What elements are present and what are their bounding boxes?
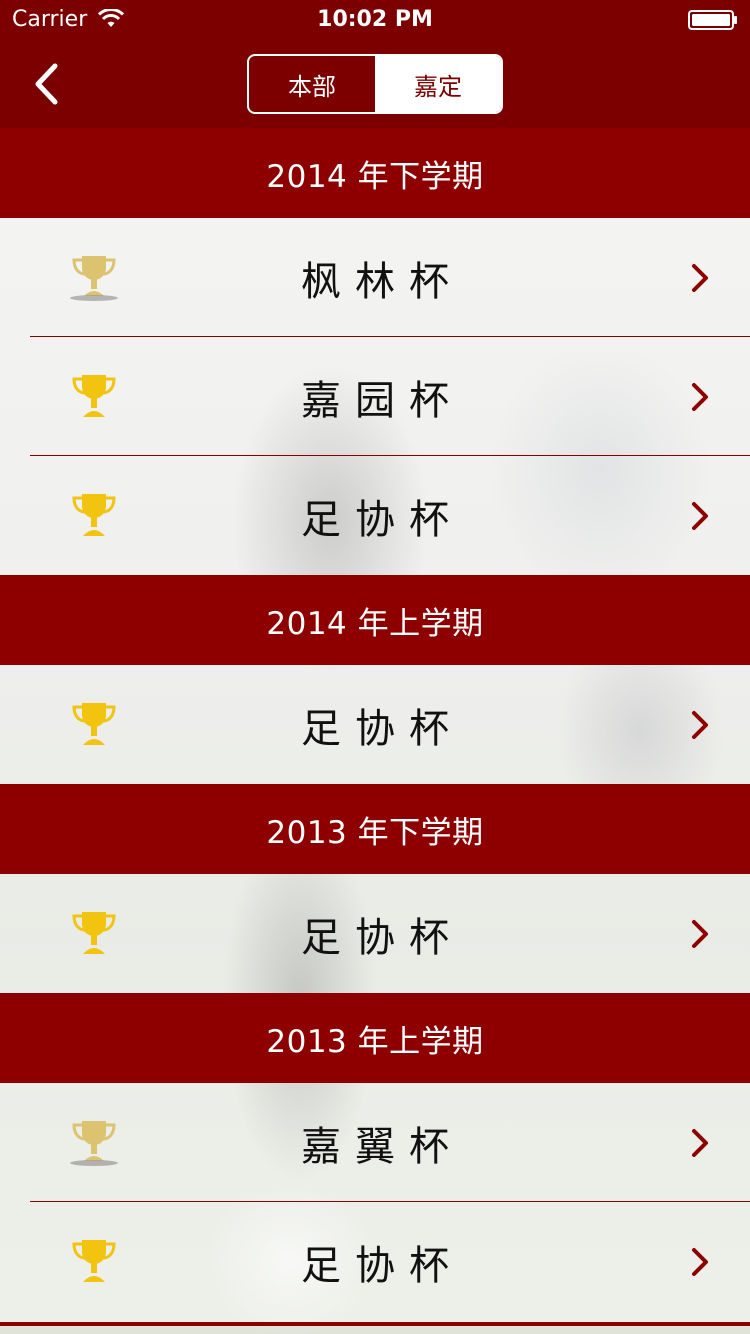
cup-name: 足协杯 (301, 1243, 463, 1289)
list-item[interactable]: 嘉翼杯 (0, 1083, 750, 1202)
segment-jiading[interactable]: 嘉定 (375, 56, 501, 112)
back-button[interactable] (18, 56, 74, 112)
list-item[interactable]: 足协杯 (0, 665, 750, 784)
cup-list: 2014 年下学期 枫林杯 嘉园杯 足协杯 2014 年上学期 足协杯 2013… (0, 128, 750, 1326)
list-item[interactable]: 足协杯 (0, 1202, 750, 1322)
section-header: 2014 年上学期 (0, 575, 750, 665)
chevron-right-icon (692, 711, 708, 739)
cup-name: 足协杯 (301, 914, 463, 961)
chevron-right-icon (692, 264, 708, 292)
chevron-right-icon (692, 502, 708, 530)
list-item[interactable]: 嘉园杯 (0, 337, 750, 456)
chevron-right-icon (692, 1248, 708, 1276)
list-item[interactable]: 枫林杯 (0, 218, 750, 337)
cup-name: 嘉翼杯 (301, 1123, 463, 1170)
segment-benbu[interactable]: 本部 (249, 56, 375, 112)
divider (0, 1322, 750, 1326)
cup-name: 足协杯 (301, 496, 463, 543)
status-time: 10:02 PM (317, 7, 433, 32)
chevron-right-icon (692, 383, 708, 411)
chevron-right-icon (692, 1129, 708, 1157)
section-header: 2014 年下学期 (0, 128, 750, 218)
navigation-bar: 本部 嘉定 (0, 40, 750, 128)
list-item[interactable]: 足协杯 (0, 874, 750, 993)
chevron-left-icon (35, 63, 58, 105)
list-item[interactable]: 足协杯 (0, 456, 750, 575)
section-header: 2013 年上学期 (0, 993, 750, 1083)
cup-name: 枫林杯 (301, 258, 463, 305)
status-bar: Carrier 10:02 PM (0, 0, 750, 40)
cup-name: 足协杯 (301, 705, 463, 752)
section-header: 2013 年下学期 (0, 784, 750, 874)
battery-icon (688, 10, 737, 30)
chevron-right-icon (692, 920, 708, 948)
campus-segmented-control: 本部 嘉定 (247, 54, 503, 114)
cup-name: 嘉园杯 (301, 377, 463, 424)
